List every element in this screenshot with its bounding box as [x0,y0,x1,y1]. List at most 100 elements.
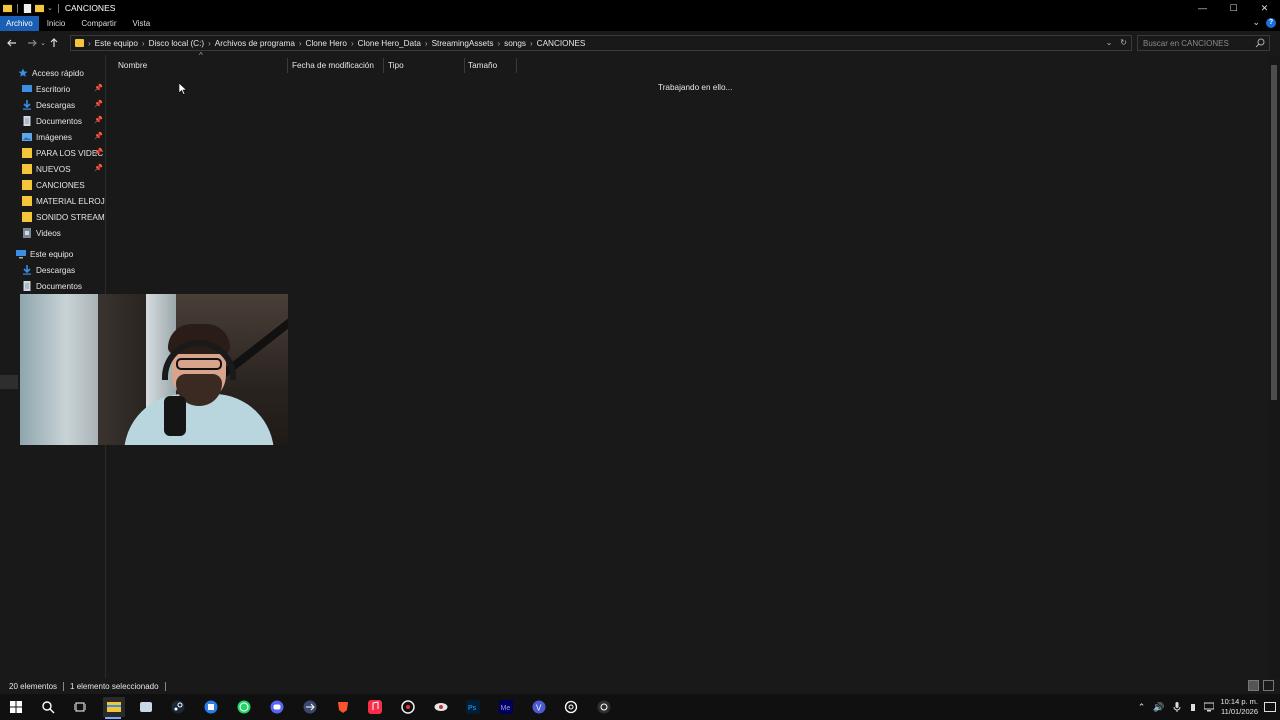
nav-label: Escritorio [36,84,71,94]
breadcrumb-separator[interactable]: › [208,39,211,48]
column-header-fecha[interactable]: Fecha de modificación [292,58,374,73]
taskbar-app[interactable] [431,697,451,717]
nav-item-escritorio[interactable]: Escritorio [22,82,70,96]
expand-ribbon-icon[interactable]: ⌄ [1252,17,1260,28]
properties-icon[interactable] [23,3,32,13]
nav-label: SONIDO STREAM D [36,212,106,222]
taskbar-whatsapp[interactable] [234,697,254,717]
search-input[interactable]: Buscar en CANCIONES [1143,39,1229,48]
discord-icon [270,700,284,714]
separator [17,3,18,13]
search-box[interactable]: Buscar en CANCIONES [1137,35,1270,51]
minimize-button[interactable]: — [1187,0,1218,16]
breadcrumb-archivos-de-programa[interactable]: Archivos de programa [215,39,295,48]
refresh-icon[interactable]: ↻ [1120,38,1127,47]
column-divider[interactable] [287,58,288,73]
tab-compartir[interactable]: Compartir [73,16,124,31]
volume-icon[interactable]: 🔊 [1153,702,1164,713]
nav-item-canciones[interactable]: CANCIONES [22,178,85,192]
photoshop-icon: Ps [466,700,480,714]
breadcrumb-separator[interactable]: › [299,39,302,48]
nav-quick-access[interactable]: Acceso rápido [18,66,84,80]
breadcrumb-este-equipo[interactable]: Este equipo [95,39,138,48]
breadcrumb-separator[interactable]: › [497,39,500,48]
breadcrumb-songs[interactable]: songs [504,39,526,48]
breadcrumb-clone-hero[interactable]: Clone Hero [306,39,347,48]
show-hidden-icons-icon[interactable]: ⌃ [1138,702,1146,713]
maximize-button[interactable]: ☐ [1218,0,1249,16]
help-button[interactable]: ? [1266,17,1276,28]
start-button[interactable] [6,697,26,717]
column-header-tipo[interactable]: Tipo [388,58,404,73]
notifications-icon[interactable] [1264,702,1276,712]
breadcrumb-separator[interactable]: › [530,39,533,48]
tab-vista[interactable]: Vista [125,16,159,31]
nav-item-videos[interactable]: Videos [22,226,61,240]
task-view-button[interactable] [70,697,90,717]
taskbar-discord[interactable] [267,697,287,717]
taskbar-photoshop[interactable]: Ps [463,697,483,717]
taskbar-app[interactable]: V [529,697,549,717]
large-icons-view-button[interactable] [1263,680,1274,691]
taskbar-app[interactable] [398,697,418,717]
taskbar-app[interactable] [201,697,221,717]
nav-item-nuevos[interactable]: NUEVOS [22,162,71,176]
column-divider[interactable] [464,58,465,73]
chatgpt-icon [564,700,578,714]
taskbar-brave[interactable] [333,697,353,717]
scrollbar-thumb[interactable] [1271,65,1277,400]
steam-icon [171,700,185,714]
nav-item-imagenes[interactable]: Imágenes [22,130,72,144]
breadcrumb-streamingassets[interactable]: StreamingAssets [432,39,494,48]
taskbar-file-explorer[interactable] [103,697,125,719]
folder-icon [22,164,32,174]
nav-item-documentos[interactable]: Documentos [22,114,82,128]
usb-icon[interactable] [1188,702,1198,712]
app-icon [140,702,152,712]
details-view-button[interactable] [1248,680,1259,691]
tab-inicio[interactable]: Inicio [39,16,74,31]
breadcrumb-separator: › [88,38,91,48]
breadcrumb-separator[interactable]: › [351,39,354,48]
nav-item-material-elrojo[interactable]: MATERIAL ELROJO [22,194,105,208]
microphone-icon[interactable] [1172,702,1182,712]
nav-item-sonido-stream[interactable]: SONIDO STREAM D [22,210,106,224]
taskbar-chatgpt[interactable] [561,697,581,717]
column-divider[interactable] [516,58,517,73]
taskbar-media-encoder[interactable]: Me [496,697,516,717]
column-header-tamano[interactable]: Tamaño [468,58,497,73]
forward-button[interactable] [25,36,39,50]
vertical-scrollbar[interactable] [1268,55,1280,678]
network-icon[interactable] [1204,702,1215,712]
back-button[interactable] [5,36,19,50]
taskbar-search-button[interactable] [38,697,58,717]
nav-este-equipo[interactable]: Este equipo [16,247,73,261]
column-divider[interactable] [383,58,384,73]
close-button[interactable]: ✕ [1249,0,1280,16]
selection-count: 1 elemento seleccionado [70,681,159,691]
breadcrumb-disco-local[interactable]: Disco local (C:) [149,39,205,48]
taskbar-obs[interactable] [594,697,614,717]
nav-item-para-los-videos[interactable]: PARA LOS VIDEC [22,146,103,160]
customize-quick-access-icon[interactable]: ⌄ [47,4,53,12]
breadcrumb-canciones[interactable]: CANCIONES [537,39,586,48]
breadcrumb-separator[interactable]: › [142,39,145,48]
nav-item-pc-documentos[interactable]: Documentos [22,279,82,293]
tab-archivo[interactable]: Archivo [0,16,39,31]
taskbar-app[interactable] [300,697,320,717]
column-header-nombre[interactable]: Nombre [118,58,147,73]
breadcrumb-clone-hero-data[interactable]: Clone Hero_Data [358,39,421,48]
taskbar-app[interactable] [136,697,156,717]
breadcrumb-separator[interactable]: › [425,39,428,48]
taskbar-steam[interactable] [168,697,188,717]
new-folder-icon[interactable] [35,4,44,13]
nav-item-descargas[interactable]: Descargas [22,98,75,112]
address-field[interactable]: › Este equipo › Disco local (C:) › Archi… [70,35,1132,51]
clock[interactable]: 10:14 p. m. 11/01/2026 [1220,697,1258,717]
recent-locations-button[interactable]: ⌄ [39,36,47,50]
clock-date: 11/01/2026 [1221,707,1258,716]
address-history-dropdown-icon[interactable]: ⌄ [1106,38,1113,47]
nav-item-pc-descargas[interactable]: Descargas [22,263,75,277]
up-button[interactable] [47,36,61,50]
taskbar-music[interactable] [365,697,385,717]
